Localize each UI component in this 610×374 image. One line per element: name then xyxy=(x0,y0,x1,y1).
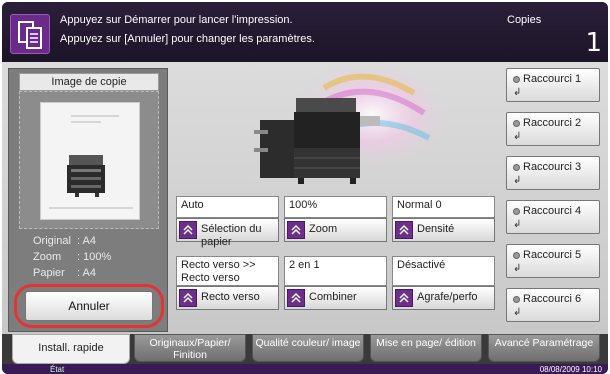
date-time: 08/08/2009 10:10 xyxy=(539,365,602,374)
chevron-up-icon xyxy=(395,289,413,307)
copies-label: Copies xyxy=(507,14,542,26)
device-illustration xyxy=(174,64,500,194)
shortcut-button-1[interactable]: Raccourci 1 ↲ xyxy=(506,68,600,102)
duplex-label: Recto verso xyxy=(201,291,260,303)
tab-qualite-couleur-image[interactable]: Qualité couleur/ image xyxy=(252,334,364,362)
tab-bar: Install. rapide Originaux/Papier/ Finiti… xyxy=(2,334,608,364)
shortcut-button-2[interactable]: Raccourci 2 ↲ xyxy=(506,112,600,146)
copy-screen: Appuyez sur Démarrer pour lancer l'impre… xyxy=(2,2,608,374)
copy-image-preview[interactable] xyxy=(19,91,159,229)
original-value: : A4 xyxy=(77,235,96,247)
chevron-up-icon xyxy=(179,221,197,239)
copy-document-icon xyxy=(10,14,50,54)
shortcut-label: Raccourci 6 xyxy=(523,293,582,305)
message-line-1: Appuyez sur Démarrer pour lancer l'impre… xyxy=(60,14,293,26)
shortcut-button-5[interactable]: Raccourci 5 ↲ xyxy=(506,244,600,278)
staple-punch-label: Agrafe/perfo xyxy=(417,291,478,303)
zoom-label: Zoom xyxy=(33,251,62,263)
paper-value: : A4 xyxy=(77,267,96,279)
combine-value: 2 en 1 xyxy=(284,256,387,286)
shortcut-label: Raccourci 4 xyxy=(523,205,582,217)
shortcut-dot-icon xyxy=(513,120,520,127)
zoom-function-value: 100% xyxy=(284,196,387,218)
center-panel: Auto Sélection du papier 100% Zoom Norma… xyxy=(174,64,500,332)
paper-label: Papier xyxy=(33,267,65,279)
shortcut-link-icon: ↲ xyxy=(513,87,522,98)
density-button[interactable]: Densité xyxy=(392,218,495,242)
shortcut-link-icon: ↲ xyxy=(513,131,522,142)
paper-selection-label: Sélection du papier xyxy=(201,223,262,248)
chevron-up-icon xyxy=(395,221,413,239)
message-line-2: Appuyez sur [Annuler] pour changer les p… xyxy=(60,33,315,45)
zoom-row: Zoom : 100% xyxy=(33,251,111,263)
staple-punch-value: Désactivé xyxy=(392,256,495,286)
tab-avance-parametrage[interactable]: Avancé Paramétrage xyxy=(488,334,600,362)
zoom-label: Zoom xyxy=(309,223,338,235)
staple-punch-function: Désactivé Agrafe/perfo xyxy=(392,256,495,310)
annuler-highlight: Annuler xyxy=(14,284,164,328)
status-button[interactable]: État xyxy=(50,364,64,374)
shortcut-label: Raccourci 5 xyxy=(523,249,582,261)
combine-button[interactable]: Combiner xyxy=(284,286,387,310)
copies-value: 1 xyxy=(585,28,602,58)
shortcut-dot-icon xyxy=(513,76,520,83)
shortcut-link-icon: ↲ xyxy=(513,175,522,186)
density-function: Normal 0 Densité xyxy=(392,196,495,242)
duplex-button[interactable]: Recto verso xyxy=(176,286,279,310)
paper-selection-function: Auto Sélection du papier xyxy=(176,196,279,248)
original-label: Original xyxy=(33,235,71,247)
shortcut-label: Raccourci 1 xyxy=(523,73,582,85)
shortcut-link-icon: ↲ xyxy=(513,219,522,230)
shortcut-dot-icon xyxy=(513,252,520,259)
tab-install-rapide[interactable]: Install. rapide xyxy=(12,334,130,364)
density-label: Densité xyxy=(417,223,455,235)
duplex-function: Recto verso >> Recto verso Recto verso xyxy=(176,256,279,310)
shortcut-button-4[interactable]: Raccourci 4 ↲ xyxy=(506,200,600,234)
shortcut-button-6[interactable]: Raccourci 6 ↲ xyxy=(506,288,600,322)
shortcut-label: Raccourci 3 xyxy=(523,161,582,173)
chevron-up-icon xyxy=(287,289,305,307)
paper-selection-button[interactable]: Sélection du papier xyxy=(176,218,279,248)
shortcut-dot-icon xyxy=(513,296,520,303)
multifunction-printer-icon xyxy=(254,64,448,184)
staple-punch-button[interactable]: Agrafe/perfo xyxy=(392,286,495,310)
chevron-up-icon xyxy=(287,221,305,239)
printer-thumbnail-icon xyxy=(67,155,105,197)
shortcut-link-icon: ↲ xyxy=(513,307,522,318)
zoom-function: 100% Zoom xyxy=(284,196,387,242)
zoom-value: : 100% xyxy=(77,251,112,263)
tab-mise-en-page-edition[interactable]: Mise en page/ édition xyxy=(370,334,482,362)
shortcut-dot-icon xyxy=(513,208,520,215)
shortcut-link-icon: ↲ xyxy=(513,263,522,274)
copy-image-title: Image de copie xyxy=(19,73,159,91)
shortcut-button-3[interactable]: Raccourci 3 ↲ xyxy=(506,156,600,190)
paper-selection-value: Auto xyxy=(176,196,279,218)
paper-row: Papier : A4 xyxy=(33,267,96,279)
duplex-value: Recto verso >> Recto verso xyxy=(176,256,279,286)
tab-originaux-papier-finition[interactable]: Originaux/Papier/ Finition xyxy=(134,334,246,362)
shortcut-dot-icon xyxy=(513,164,520,171)
message-bar: Appuyez sur Démarrer pour lancer l'impre… xyxy=(2,2,608,62)
preview-page xyxy=(40,102,140,220)
chevron-up-icon xyxy=(179,289,197,307)
density-value: Normal 0 xyxy=(392,196,495,218)
original-row: Original : A4 xyxy=(33,235,96,247)
shortcut-label: Raccourci 2 xyxy=(523,117,582,129)
cancel-button[interactable]: Annuler xyxy=(25,291,153,321)
combine-label: Combiner xyxy=(309,291,357,303)
zoom-button[interactable]: Zoom xyxy=(284,218,387,242)
main-area: Image de copie Original: A4 Zoom: 100%… xyxy=(2,62,608,334)
combine-function: 2 en 1 Combiner xyxy=(284,256,387,310)
status-bar: État 08/08/2009 10:10 xyxy=(2,364,608,374)
